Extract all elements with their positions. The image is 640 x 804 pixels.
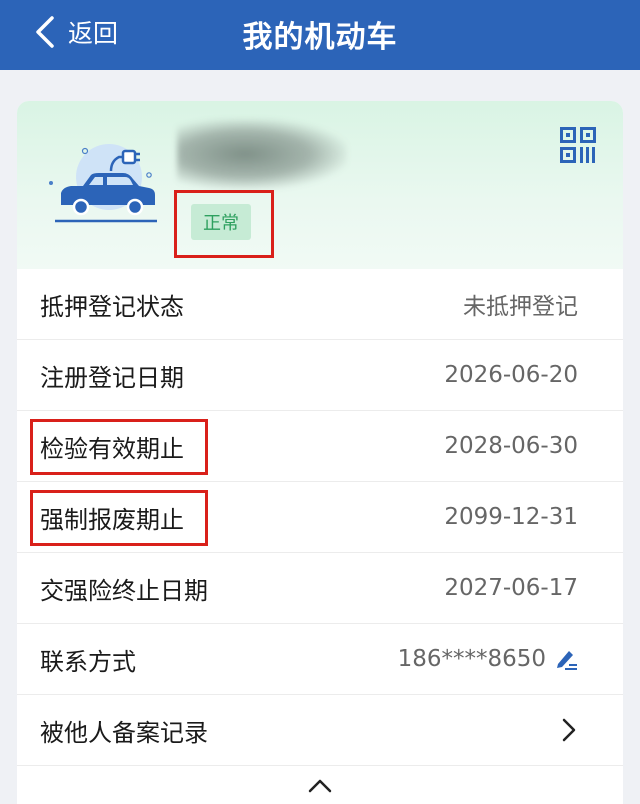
row-value: 2028-06-30: [444, 433, 578, 459]
row-filing-records[interactable]: 被他人备案记录: [17, 695, 623, 766]
row-label: 交强险终止日期: [40, 576, 208, 605]
page-title: 我的机动车: [242, 20, 398, 55]
edit-pen-icon[interactable]: [554, 647, 578, 671]
row-contact: 联系方式 186****8650: [17, 624, 623, 695]
row-inspection-valid-until: 检验有效期止 2028-06-30: [17, 411, 623, 482]
qr-code-icon[interactable]: [560, 127, 596, 163]
status-badge: 正常: [191, 204, 251, 240]
vehicle-card: 正常 抵押登记状态 未抵押登记 注册登记日期 2026-06-20 检验有效期止…: [17, 101, 623, 804]
row-value: 2026-06-20: [444, 362, 578, 388]
nav-bar: 返回 我的机动车: [0, 0, 640, 70]
chevron-right-icon: [562, 718, 576, 742]
row-insurance-end-date: 交强险终止日期 2027-06-17: [17, 553, 623, 624]
row-label: 被他人备案记录: [40, 718, 208, 747]
plate-number-redacted: [177, 119, 347, 189]
row-value: 未抵押登记: [463, 294, 578, 320]
row-label: 抵押登记状态: [40, 292, 184, 321]
chevron-up-icon: [308, 779, 332, 793]
phone-number: 186****8650: [397, 646, 546, 672]
vehicle-header: 正常: [17, 101, 623, 269]
row-mortgage-status: 抵押登记状态 未抵押登记: [17, 269, 623, 340]
vehicle-info-list: 抵押登记状态 未抵押登记 注册登记日期 2026-06-20 检验有效期止 20…: [17, 269, 623, 766]
row-value: 2099-12-31: [444, 504, 578, 530]
electric-car-icon: [49, 144, 157, 223]
label-highlight-box: [30, 419, 208, 475]
label-highlight-box: [30, 490, 208, 546]
row-value: 2027-06-17: [444, 575, 578, 601]
row-label: 注册登记日期: [40, 363, 184, 392]
collapse-button[interactable]: [17, 766, 623, 804]
row-scrap-deadline: 强制报废期止 2099-12-31: [17, 482, 623, 553]
row-registration-date: 注册登记日期 2026-06-20: [17, 340, 623, 411]
row-label: 联系方式: [40, 647, 136, 676]
